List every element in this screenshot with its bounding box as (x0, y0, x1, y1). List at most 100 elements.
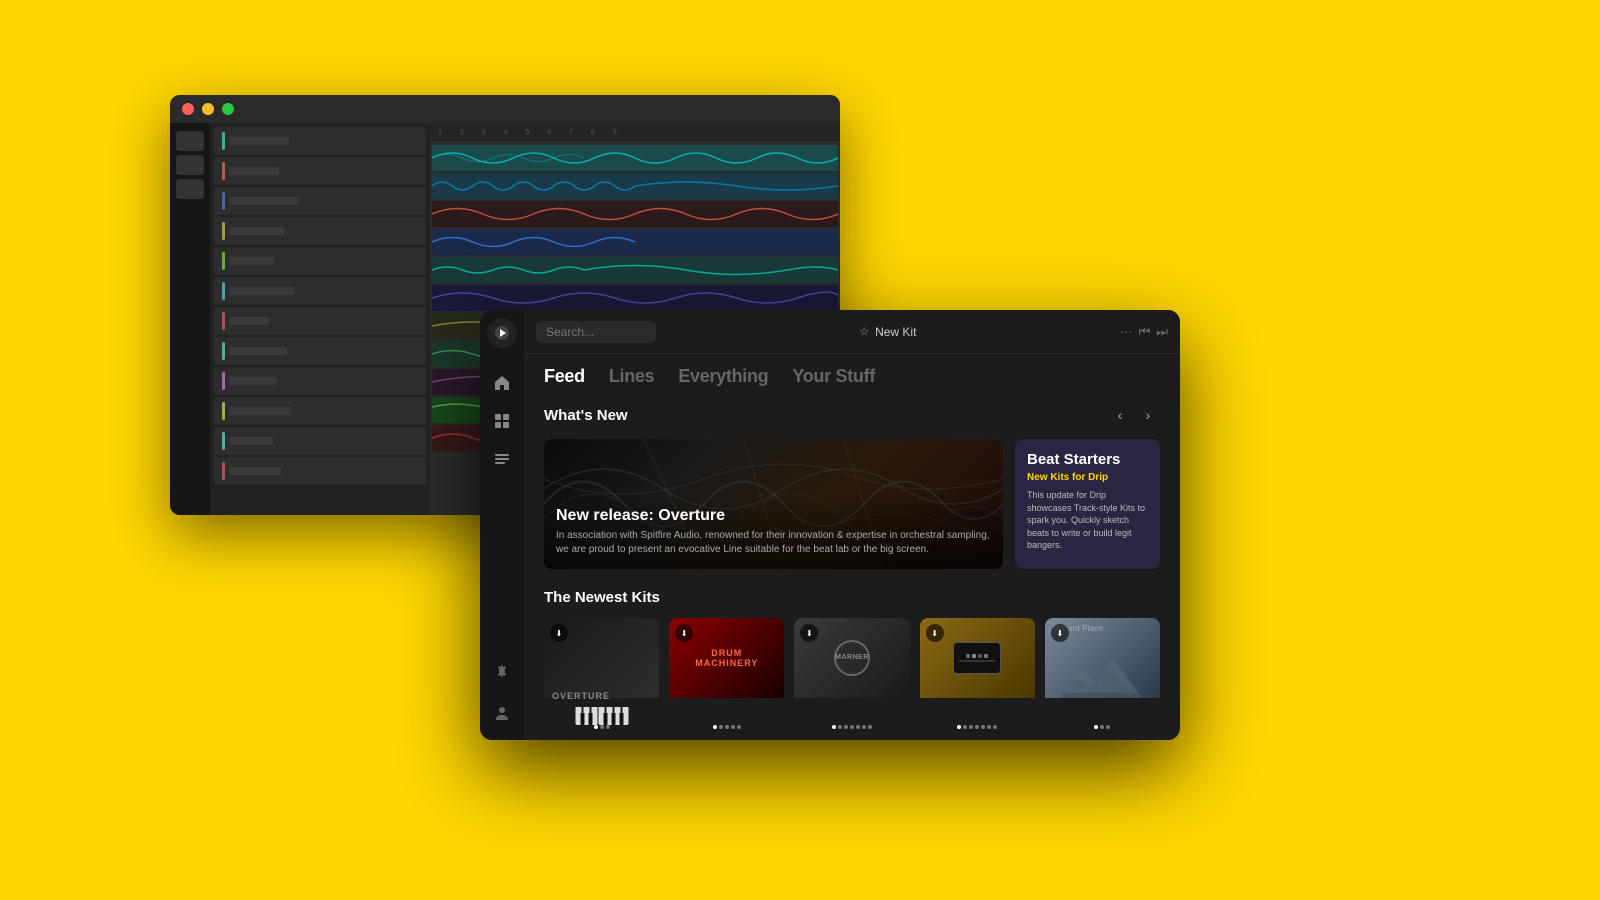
nav-feed[interactable]: Feed (544, 366, 585, 387)
featured-card-overture[interactable]: New release: Overture In association wit… (544, 439, 1003, 569)
piano-keys (575, 707, 628, 725)
track-controls-5 (390, 257, 418, 265)
kit-dot (600, 725, 604, 729)
device-btn (984, 654, 988, 658)
kit-card-well-rested[interactable]: ⬇ NEW Well Rested (920, 618, 1035, 740)
sidebar-icon-user[interactable] (483, 694, 521, 732)
kit-download-icon-4[interactable]: ⬇ (926, 624, 944, 642)
track-color-4 (222, 222, 225, 240)
kit-dot (856, 725, 860, 729)
nav-lines[interactable]: Lines (609, 366, 655, 387)
kit-dot (862, 725, 866, 729)
search-input[interactable] (536, 321, 656, 343)
track-color-7 (222, 312, 225, 330)
kits-row: OVERTURE ⬇ NEW Soft-Hearted (544, 618, 1160, 740)
sidebar-icon-home[interactable] (483, 364, 521, 402)
track-color-5 (222, 252, 225, 270)
kit-dots-2 (669, 725, 784, 729)
kit-card-sizzler[interactable]: DRUMMACHINERY ⬇ NEW Sizzler (669, 618, 784, 740)
track-color (222, 132, 225, 150)
daw-track-wave-1 (432, 145, 838, 171)
track-name-10 (229, 407, 291, 415)
nav-next-arrow[interactable]: › (1136, 403, 1160, 427)
nav-your-stuff[interactable]: Your Stuff (792, 366, 875, 387)
piano-key-black-3 (603, 713, 607, 725)
kit-dot (1106, 725, 1110, 729)
device-line (959, 660, 995, 662)
track-controls-2 (393, 167, 418, 175)
kit-name-soft-hearted: Soft-Hearted (574, 739, 640, 740)
kit-dot (832, 725, 836, 729)
more-options-button[interactable]: ··· (1120, 324, 1133, 339)
timeline-numbers: 1 2 3 4 5 6 7 8 9 (438, 129, 625, 136)
avid-side-btn[interactable] (176, 131, 204, 151)
kit-card-soft-hearted[interactable]: OVERTURE ⬇ NEW Soft-Hearted (544, 618, 659, 740)
kit-name-well-rested: Well Rested (949, 739, 1011, 740)
track-name-8 (229, 347, 287, 355)
kit-label-sizzler: NEW Sizzler (669, 739, 784, 740)
sidebar-icon-library[interactable] (483, 440, 521, 478)
track-color-9 (222, 372, 225, 390)
track-color-3 (222, 192, 225, 210)
drip-logo (487, 318, 517, 348)
kit-dot (969, 725, 973, 729)
featured-row: New release: Overture In association wit… (544, 439, 1160, 569)
side-card-subtitle: New Kits for Drip (1027, 472, 1148, 483)
titlebar-controls: ··· ⏮ ⏭ (1120, 324, 1168, 340)
track-controls (388, 137, 418, 145)
minimize-dot[interactable] (202, 103, 214, 115)
kit-dots-4 (920, 725, 1035, 729)
track-name (229, 137, 289, 145)
kit-dots-1 (544, 725, 659, 729)
nav-everything[interactable]: Everything (678, 366, 768, 387)
track-color-10 (222, 402, 225, 420)
kit-thumb-confide: Distant Place ⬇ (1045, 618, 1160, 733)
kit-dot (725, 725, 729, 729)
kit-dot (1094, 725, 1098, 729)
featured-title: New release: Overture (556, 507, 991, 525)
avid-side-btn-2[interactable] (176, 155, 204, 175)
track-controls-3 (398, 197, 418, 205)
kit-card-confide[interactable]: Distant Place ⬇ NEW Confide (1045, 618, 1160, 740)
featured-card-beat-starters[interactable]: Beat Starters New Kits for Drip This upd… (1015, 439, 1160, 569)
kit-dot (963, 725, 967, 729)
daw-track-wave-3 (432, 201, 838, 227)
device-btn (972, 654, 976, 658)
drip-content[interactable]: What's New ‹ › (524, 395, 1180, 740)
track-label-5 (214, 247, 426, 275)
kit-card-visitors[interactable]: MARNER ⬇ (794, 618, 909, 740)
kit-dot (713, 725, 717, 729)
prev-button[interactable]: ⏮ (1139, 324, 1151, 340)
sidebar-icon-settings[interactable] (483, 652, 521, 690)
maximize-dot[interactable] (222, 103, 234, 115)
avid-side-btn-3[interactable] (176, 179, 204, 199)
track-label-10 (214, 397, 426, 425)
kit-thumb-well-rested: ⬇ (920, 618, 1035, 733)
kit-dot (993, 725, 997, 729)
track-controls-12 (390, 467, 418, 475)
kit-dot (731, 725, 735, 729)
sidebar-icon-grid[interactable] (483, 402, 521, 440)
track-label-2 (214, 157, 426, 185)
kit-label-visitors: NEW Visitors (794, 739, 909, 740)
track-color-11 (222, 432, 225, 450)
section-nav-arrows: ‹ › (1108, 403, 1160, 427)
kit-thumb-soft-hearted: OVERTURE ⬇ (544, 618, 659, 733)
drum-machinery-label: DRUMMACHINERY (695, 648, 758, 668)
close-dot[interactable] (182, 103, 194, 115)
track-name-6 (229, 287, 294, 295)
track-name-3 (229, 197, 299, 205)
kit-dot (957, 725, 961, 729)
kit-dots-5 (1045, 725, 1160, 729)
next-button[interactable]: ⏭ (1156, 324, 1168, 340)
track-label-3 (214, 187, 426, 215)
kit-dot (719, 725, 723, 729)
newest-kits-title: The Newest Kits (544, 589, 660, 606)
kit-download-icon-1[interactable]: ⬇ (550, 624, 568, 642)
track-label-6 (214, 277, 426, 305)
kit-download-icon-5[interactable]: ⬇ (1051, 624, 1069, 642)
nav-prev-arrow[interactable]: ‹ (1108, 403, 1132, 427)
featured-desc: In association with Spitfire Audio, reno… (556, 529, 991, 557)
track-label-11 (214, 427, 426, 455)
track-color-8 (222, 342, 225, 360)
